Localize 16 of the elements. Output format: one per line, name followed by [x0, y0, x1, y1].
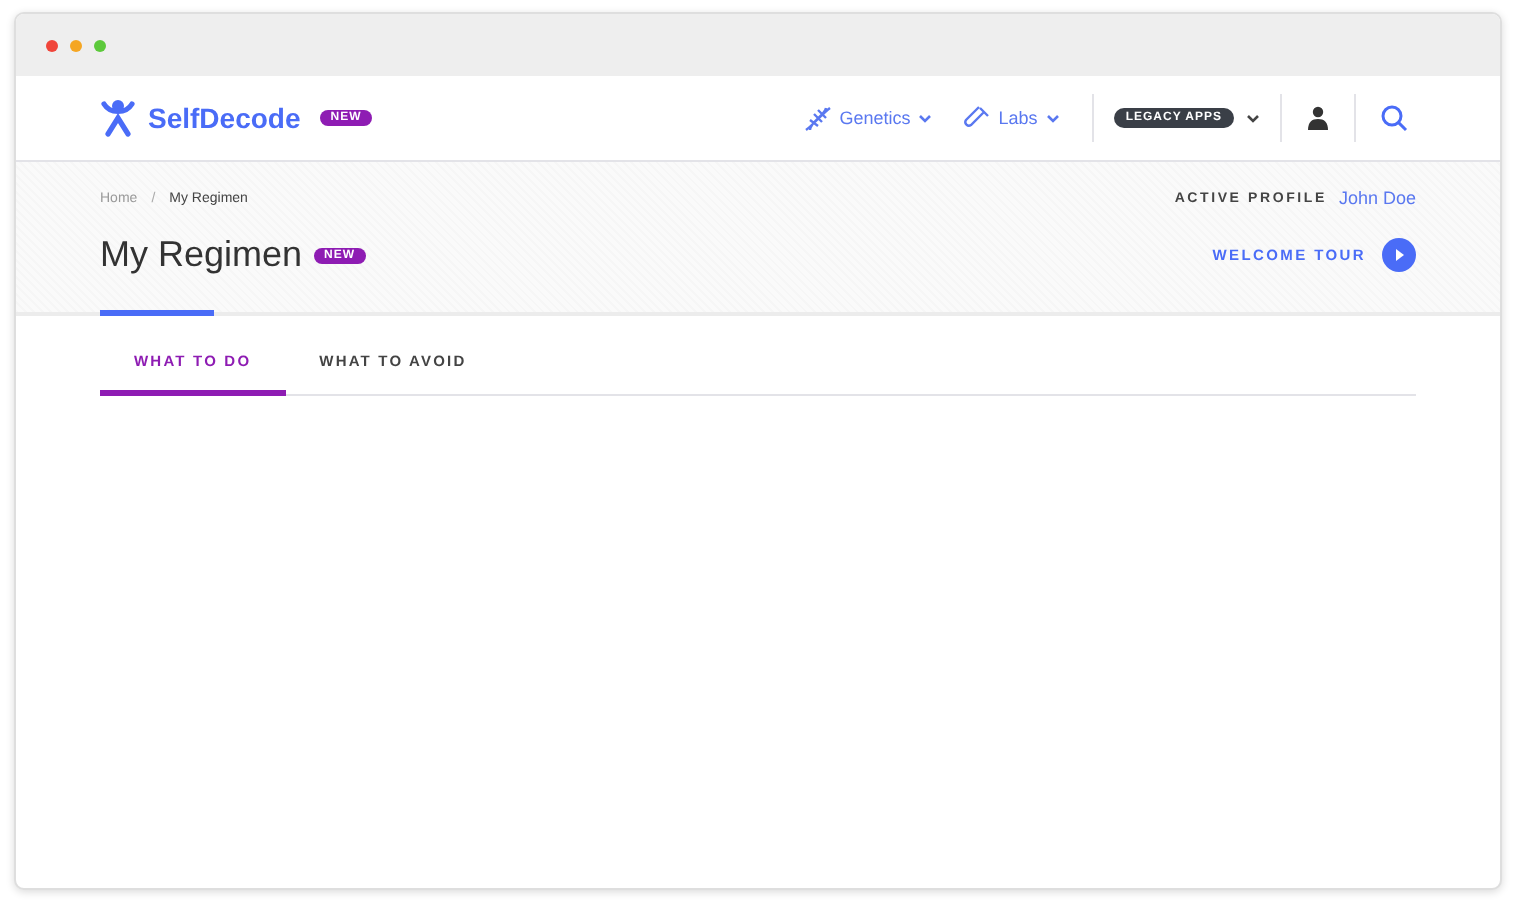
chevron-down-icon — [1045, 113, 1060, 123]
chevron-down-icon — [1246, 113, 1260, 123]
chevron-down-icon — [918, 113, 933, 123]
brand-name: SelfDecode — [148, 102, 301, 134]
test-tube-icon — [964, 105, 991, 131]
profile-name-link[interactable]: John Doe — [1338, 188, 1416, 208]
nav-link[interactable]: Labs — [964, 105, 1060, 131]
page-title: My Regimen — [100, 234, 303, 276]
maximize-dot-icon[interactable] — [94, 39, 106, 51]
nav-link[interactable]: Genetics — [803, 105, 933, 131]
accent-bar — [100, 310, 214, 316]
play-icon — [1382, 238, 1416, 272]
person-logo-icon — [100, 98, 136, 138]
dna-icon — [803, 105, 832, 131]
minimize-dot-icon[interactable] — [70, 39, 82, 51]
close-dot-icon[interactable] — [46, 39, 58, 51]
